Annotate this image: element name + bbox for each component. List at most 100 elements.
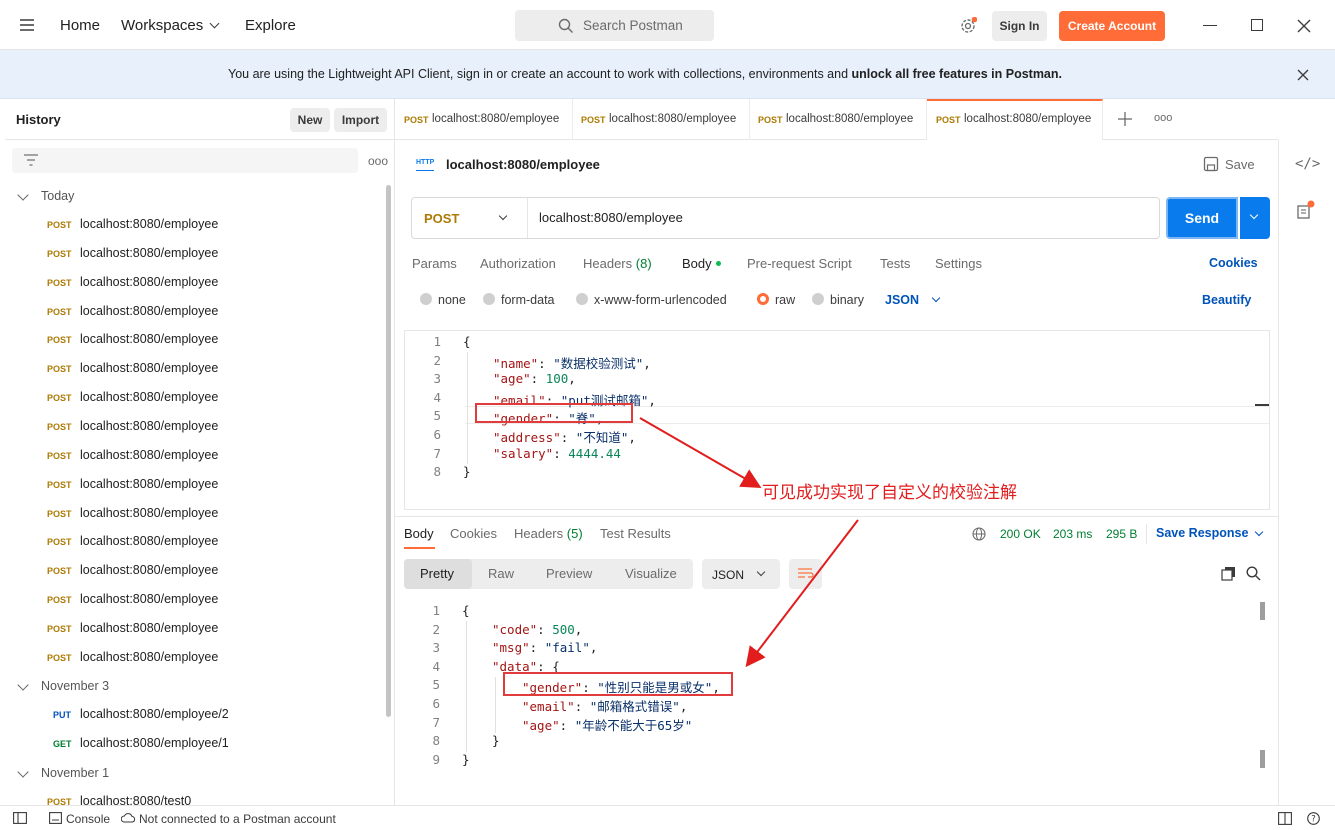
history-item[interactable]: POST localhost:8080/employee [5,470,385,499]
cookies-link[interactable]: Cookies [1209,256,1258,270]
add-tab-icon[interactable] [1118,112,1132,126]
view-visualize[interactable]: Visualize [625,566,677,581]
tab-authorization[interactable]: Authorization [480,256,556,271]
send-options-button[interactable] [1240,197,1270,239]
request-tab-active[interactable]: POST localhost:8080/employee [927,99,1103,140]
history-item[interactable]: PUT localhost:8080/employee/2 [5,700,385,729]
chevron-down-icon[interactable] [931,293,941,303]
history-item[interactable]: POST localhost:8080/employee [5,527,385,556]
tab-params[interactable]: Params [412,256,457,271]
history-item[interactable]: POST localhost:8080/employee [5,556,385,585]
help-icon[interactable]: ? [1307,812,1320,825]
beautify-button[interactable]: Beautify [1202,293,1251,307]
code-icon[interactable]: </> [1295,156,1320,172]
save-icon[interactable] [1203,156,1219,172]
sign-in-button[interactable]: Sign In [992,11,1047,41]
radio-none[interactable] [420,293,432,305]
request-tab[interactable]: POST localhost:8080/employee [572,99,750,140]
tab-headers[interactable]: Headers (8) [583,256,652,271]
editor-scroll-marker[interactable] [1255,404,1269,406]
sidebar-scrollbar[interactable] [386,185,391,717]
history-item[interactable]: POST localhost:8080/employee [5,354,385,383]
history-item[interactable]: POST localhost:8080/employee [5,210,385,239]
history-item[interactable]: POST localhost:8080/employee [5,325,385,354]
close-icon[interactable] [1297,69,1309,81]
group-today[interactable]: Today [41,189,74,203]
group-november-1[interactable]: November 1 [41,766,109,780]
view-raw[interactable]: Raw [488,566,514,581]
radio-urlencoded[interactable] [576,293,588,305]
view-preview[interactable]: Preview [546,566,592,581]
documentation-icon[interactable] [1296,200,1316,220]
history-item[interactable]: GET localhost:8080/employee/1 [5,729,385,758]
menu-icon[interactable] [20,19,34,31]
chevron-down-icon[interactable] [209,18,220,29]
history-item[interactable]: POST localhost:8080/employee [5,383,385,412]
sidebar-toggle-icon[interactable] [13,812,27,824]
console-button[interactable]: Console [66,812,110,826]
nav-home[interactable]: Home [60,17,100,34]
settings-icon[interactable] [959,17,977,35]
response-tab-headers[interactable]: Headers (5) [514,526,583,541]
new-button[interactable]: New [290,108,330,132]
nav-explore[interactable]: Explore [245,17,296,34]
copy-icon[interactable] [1221,566,1236,581]
history-item[interactable]: POST localhost:8080/employee [5,297,385,326]
response-tab-cookies[interactable]: Cookies [450,526,497,541]
radio-binary[interactable] [812,293,824,305]
response-tab-body[interactable]: Body [404,526,434,541]
request-name[interactable]: localhost:8080/employee [446,157,600,172]
chevron-down-icon[interactable] [17,189,29,201]
wrap-lines-button[interactable] [789,559,822,589]
tab-tests[interactable]: Tests [880,256,910,271]
close-window-icon[interactable] [1297,19,1311,33]
radio-form-data[interactable] [483,293,495,305]
tab-pre-request-script[interactable]: Pre-request Script [747,256,852,271]
status-code[interactable]: 200 OK [1000,527,1041,541]
save-button[interactable]: Save [1225,157,1255,172]
chevron-down-icon[interactable] [1254,527,1264,537]
body-format-select[interactable]: JSON [885,293,919,307]
search-icon[interactable] [1246,566,1261,581]
tab-body[interactable]: Body [682,256,712,271]
group-november-3[interactable]: November 3 [41,679,109,693]
history-item[interactable]: POST localhost:8080/employee [5,441,385,470]
history-item[interactable]: POST localhost:8080/employee [5,643,385,672]
method-select[interactable]: POST [424,211,459,226]
nav-workspaces[interactable]: Workspaces [121,17,203,34]
response-scroll-marker[interactable] [1260,750,1265,768]
history-item[interactable]: POST localhost:8080/employee [5,412,385,441]
request-tab[interactable]: POST localhost:8080/employee [749,99,927,140]
history-item[interactable]: POST localhost:8080/test0 [5,787,385,805]
response-time[interactable]: 203 ms [1053,527,1092,541]
radio-raw[interactable] [757,293,769,305]
chevron-down-icon[interactable] [17,766,29,778]
chevron-down-icon[interactable] [498,211,508,221]
layout-icon[interactable] [1278,812,1292,825]
import-button[interactable]: Import [334,108,387,132]
more-tabs-icon[interactable]: ooo [1154,112,1172,124]
history-item[interactable]: POST localhost:8080/employee [5,268,385,297]
view-pretty[interactable]: Pretty [420,566,454,581]
response-size[interactable]: 295 B [1106,527,1137,541]
history-item[interactable]: POST localhost:8080/employee [5,585,385,614]
url-input[interactable]: localhost:8080/employee [539,210,683,225]
maximize-icon[interactable] [1251,19,1263,31]
tab-settings[interactable]: Settings [935,256,982,271]
request-tab[interactable]: POST localhost:8080/employee [395,99,573,140]
minimize-icon[interactable] [1203,25,1217,27]
send-button[interactable]: Send [1166,197,1238,239]
more-options-icon[interactable]: ooo [368,154,388,168]
create-account-button[interactable]: Create Account [1059,11,1165,41]
save-response-button[interactable]: Save Response [1156,526,1248,540]
history-filter-input[interactable] [12,148,358,173]
response-tab-test-results[interactable]: Test Results [600,526,671,541]
console-icon[interactable] [49,812,62,824]
history-item[interactable]: POST localhost:8080/employee [5,499,385,528]
history-item[interactable]: POST localhost:8080/employee [5,239,385,268]
chevron-down-icon[interactable] [17,679,29,691]
history-item[interactable]: POST localhost:8080/employee [5,614,385,643]
search-input[interactable]: Search Postman [515,10,714,41]
response-format-select[interactable]: JSON [702,559,780,589]
globe-icon[interactable] [972,527,986,541]
